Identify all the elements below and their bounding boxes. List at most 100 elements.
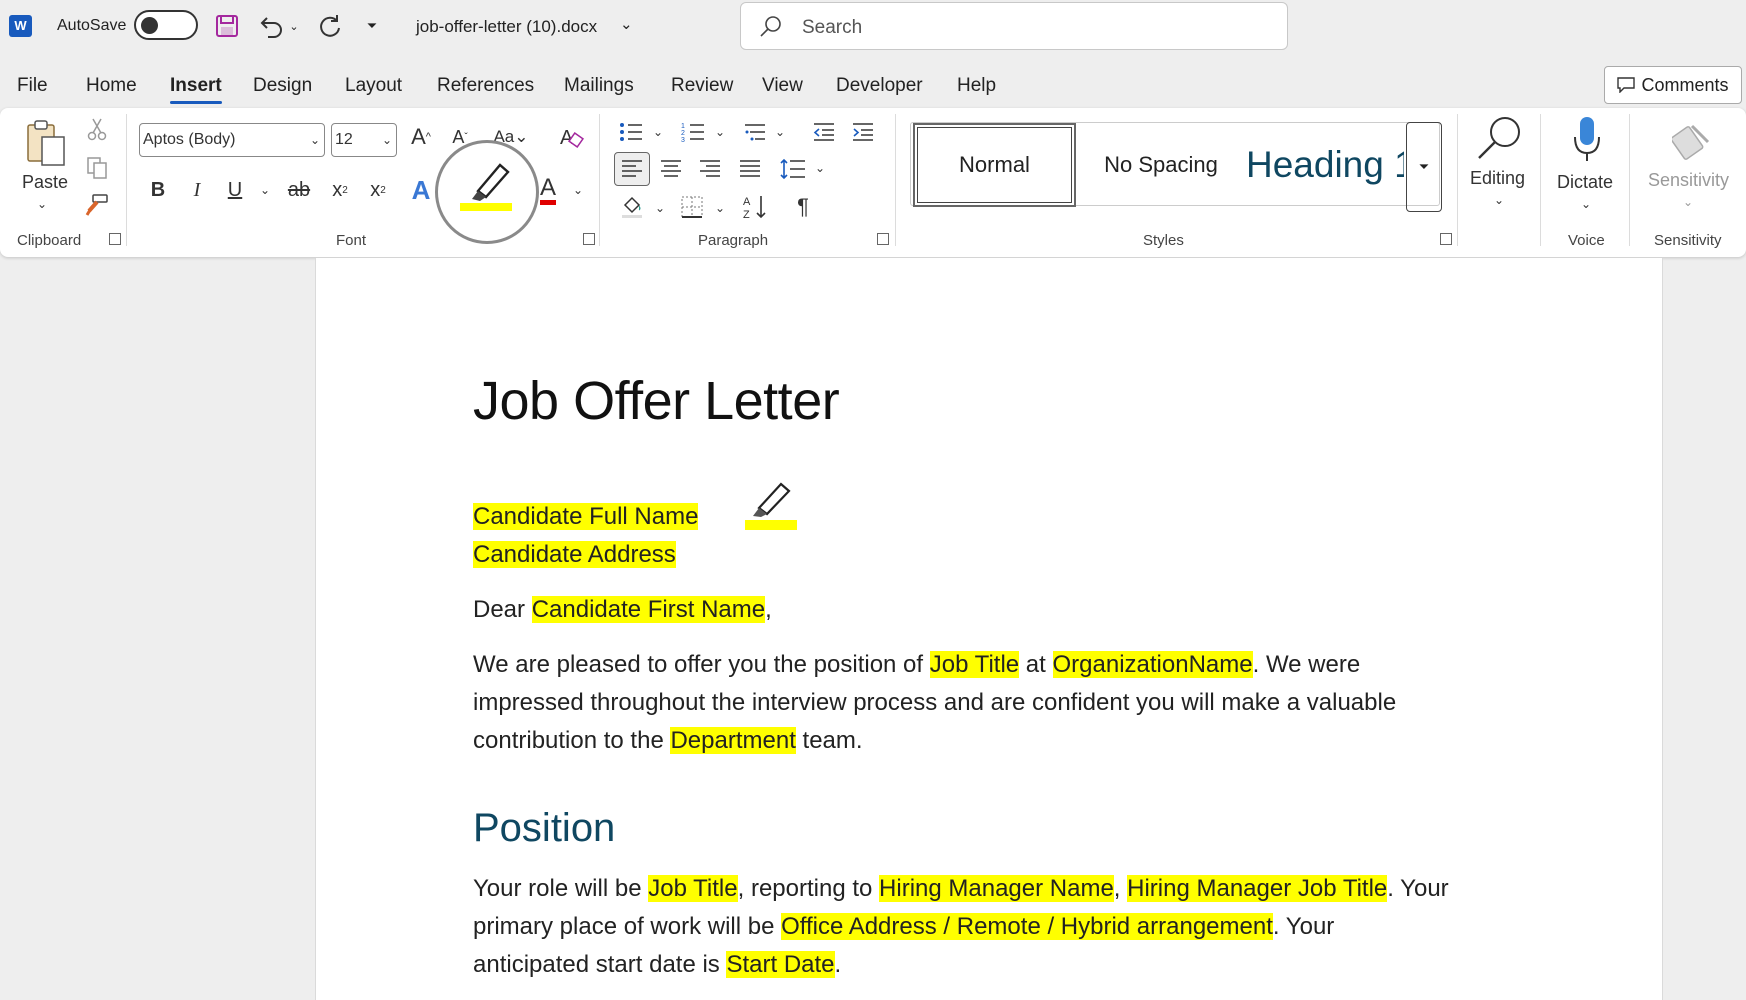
- editing-chevron-icon[interactable]: ⌄: [1489, 192, 1509, 208]
- tab-references[interactable]: References: [437, 75, 534, 97]
- editing-search-icon[interactable]: [1473, 114, 1527, 162]
- autosave-toggle[interactable]: [134, 10, 198, 40]
- position-line-2: primary place of work will be Office Add…: [473, 908, 1553, 946]
- underline-chevron-icon[interactable]: ⌄: [257, 175, 273, 205]
- font-color-icon[interactable]: A: [533, 175, 563, 205]
- borders-icon[interactable]: [678, 192, 706, 222]
- position-line-3: anticipated start date is Start Date.: [473, 946, 1553, 984]
- grow-font-icon[interactable]: A ^: [407, 122, 435, 152]
- superscript-button[interactable]: x2: [364, 175, 392, 205]
- bold-button[interactable]: B: [145, 175, 171, 205]
- tab-mailings[interactable]: Mailings: [564, 75, 634, 97]
- tab-insert[interactable]: Insert: [170, 75, 222, 104]
- cut-icon[interactable]: [84, 116, 110, 142]
- salutation-paragraph[interactable]: Dear Candidate First Name,: [473, 591, 772, 629]
- text-highlight-color-button[interactable]: [435, 140, 539, 244]
- font-name-dropdown[interactable]: Aptos (Body) ⌄: [139, 123, 325, 157]
- tab-review[interactable]: Review: [671, 75, 733, 97]
- styles-launcher-icon[interactable]: [1440, 233, 1452, 245]
- copy-icon[interactable]: [84, 155, 110, 181]
- position-heading[interactable]: Position: [473, 806, 615, 851]
- line-spacing-chevron-icon[interactable]: ⌄: [812, 158, 828, 178]
- office-address-field[interactable]: Office Address / Remote / Hybrid arrange…: [781, 913, 1273, 940]
- candidate-full-name-line[interactable]: Candidate Full Name: [473, 498, 699, 536]
- style-normal[interactable]: Normal: [913, 123, 1076, 207]
- candidate-first-name-field[interactable]: Candidate First Name: [531, 596, 766, 623]
- dear-text: Dear: [473, 596, 532, 623]
- shading-chevron-icon[interactable]: ⌄: [652, 198, 668, 218]
- font-size-dropdown[interactable]: 12 ⌄: [331, 123, 397, 157]
- italic-button[interactable]: I: [184, 175, 210, 205]
- show-formatting-marks-icon[interactable]: ¶: [789, 192, 817, 222]
- department-field[interactable]: Department: [670, 727, 796, 754]
- offer-paragraph[interactable]: We are pleased to offer you the position…: [473, 646, 1533, 760]
- styles-more-button[interactable]: ⏷: [1406, 122, 1442, 212]
- tab-help[interactable]: Help: [957, 75, 996, 97]
- multilevel-chevron-icon[interactable]: ⌄: [772, 122, 788, 142]
- comments-button[interactable]: Comments: [1604, 66, 1742, 104]
- borders-chevron-icon[interactable]: ⌄: [712, 198, 728, 218]
- line-spacing-icon[interactable]: [778, 154, 808, 184]
- paste-icon[interactable]: [20, 116, 72, 172]
- paste-chevron-icon[interactable]: ⌄: [33, 196, 51, 212]
- subscript-button[interactable]: x2: [326, 175, 354, 205]
- align-left-button[interactable]: [614, 152, 650, 186]
- text-effects-icon[interactable]: A: [406, 175, 436, 205]
- bullets-chevron-icon[interactable]: ⌄: [650, 122, 666, 142]
- font-group-label: Font: [336, 232, 367, 249]
- editing-label[interactable]: Editing: [1470, 168, 1525, 189]
- justify-button[interactable]: [736, 154, 764, 184]
- start-date-field[interactable]: Start Date: [726, 951, 835, 978]
- format-painter-icon[interactable]: [84, 192, 110, 218]
- document-name[interactable]: job-offer-letter (10).docx: [416, 17, 597, 37]
- candidate-address-field[interactable]: Candidate Address: [473, 541, 676, 568]
- dictate-label[interactable]: Dictate: [1557, 172, 1613, 193]
- customize-toolbar-icon[interactable]: ⏷: [358, 12, 386, 40]
- microphone-icon[interactable]: [1570, 114, 1604, 166]
- sort-icon[interactable]: AZ: [740, 192, 770, 222]
- clipboard-launcher-icon[interactable]: [109, 233, 121, 245]
- strikethrough-button[interactable]: ab: [284, 175, 314, 205]
- document-page[interactable]: Job Offer Letter Candidate Full Name Can…: [315, 258, 1663, 1000]
- redo-icon[interactable]: [316, 12, 344, 40]
- increase-indent-icon[interactable]: [849, 120, 877, 144]
- undo-icon[interactable]: [257, 12, 285, 40]
- numbering-icon[interactable]: 123: [679, 120, 707, 144]
- job-title-field[interactable]: Job Title: [929, 651, 1020, 678]
- undo-dropdown-chevron-icon[interactable]: ⌄: [286, 12, 302, 40]
- numbering-chevron-icon[interactable]: ⌄: [712, 122, 728, 142]
- tab-file[interactable]: File: [17, 75, 48, 97]
- svg-text:2: 2: [681, 130, 685, 137]
- tab-home[interactable]: Home: [86, 75, 137, 97]
- tab-design[interactable]: Design: [253, 75, 312, 97]
- dictate-chevron-icon[interactable]: ⌄: [1576, 196, 1596, 212]
- decrease-indent-icon[interactable]: [810, 120, 838, 144]
- underline-button[interactable]: U: [222, 175, 248, 205]
- bullets-icon[interactable]: [617, 120, 645, 144]
- align-center-button[interactable]: [657, 154, 685, 184]
- document-name-chevron-icon[interactable]: ⌄: [620, 15, 633, 33]
- tab-developer[interactable]: Developer: [836, 75, 923, 97]
- organization-name-field[interactable]: OrganizationName: [1052, 651, 1253, 678]
- font-launcher-icon[interactable]: [583, 233, 595, 245]
- style-no-spacing[interactable]: No Spacing: [1081, 123, 1241, 207]
- multilevel-list-icon[interactable]: [741, 120, 769, 144]
- clear-formatting-icon[interactable]: A: [556, 122, 586, 152]
- hiring-manager-job-title-field[interactable]: Hiring Manager Job Title: [1127, 875, 1388, 902]
- job-title-field-2[interactable]: Job Title: [648, 875, 738, 902]
- shading-icon[interactable]: [618, 192, 646, 222]
- paragraph-launcher-icon[interactable]: [877, 233, 889, 245]
- hiring-manager-name-field[interactable]: Hiring Manager Name: [879, 875, 1114, 902]
- save-icon[interactable]: [213, 12, 241, 40]
- position-paragraph[interactable]: Your role will be Job Title, reporting t…: [473, 870, 1553, 984]
- font-color-chevron-icon[interactable]: ⌄: [570, 175, 586, 205]
- tab-view[interactable]: View: [762, 75, 803, 97]
- search-box[interactable]: Search: [740, 2, 1288, 50]
- style-heading-1[interactable]: Heading 1: [1246, 123, 1404, 207]
- document-title[interactable]: Job Offer Letter: [473, 370, 840, 432]
- candidate-address-line[interactable]: Candidate Address: [473, 536, 676, 574]
- paste-label[interactable]: Paste: [22, 172, 68, 193]
- candidate-full-name-field[interactable]: Candidate Full Name: [473, 503, 699, 530]
- tab-layout[interactable]: Layout: [345, 75, 402, 97]
- align-right-button[interactable]: [696, 154, 724, 184]
